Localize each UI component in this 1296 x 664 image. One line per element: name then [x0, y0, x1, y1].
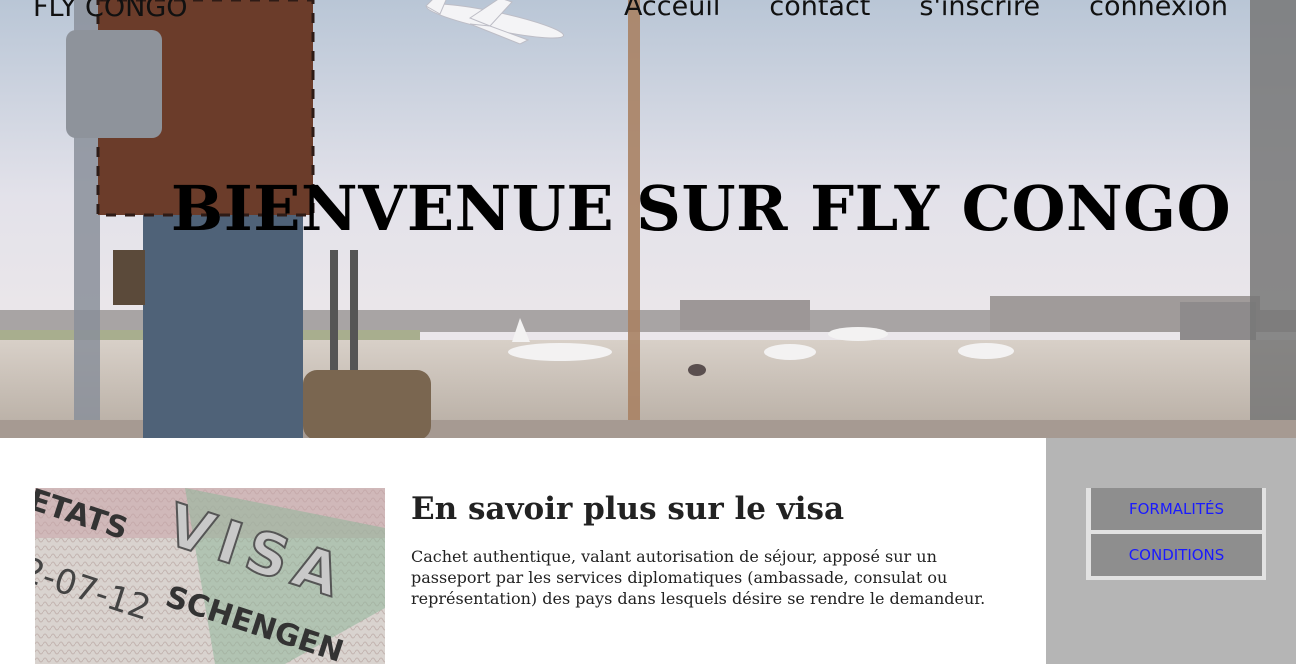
conditions-button[interactable]: CONDITIONS: [1091, 534, 1262, 576]
sidebar: FORMALITÉS CONDITIONS: [1046, 438, 1296, 664]
visa-description: Cachet authentique, valant autorisation …: [411, 547, 986, 608]
visa-image: VISA ETATS SCHENGEN 2-07-12: [35, 488, 385, 664]
visa-info: En savoir plus sur le visa Cachet authen…: [411, 488, 1021, 609]
formalites-button[interactable]: FORMALITÉS: [1091, 488, 1262, 530]
visa-heading: En savoir plus sur le visa: [411, 491, 845, 527]
sidebar-menu: FORMALITÉS CONDITIONS: [1086, 488, 1266, 580]
hero-banner: FLY CONGO Acceuil contact s'inscrire con…: [0, 0, 1296, 438]
visa-section: VISA ETATS SCHENGEN 2-07-12 En savoir pl…: [0, 438, 1046, 664]
nav-link-accueil[interactable]: Acceuil: [624, 0, 720, 22]
brand-logo[interactable]: FLY CONGO: [33, 0, 188, 23]
nav-link-connexion[interactable]: connexion: [1089, 0, 1228, 22]
nav-link-inscrire[interactable]: s'inscrire: [919, 0, 1040, 22]
hero-title: BIENVENUE SUR FLY CONGO: [170, 172, 1232, 245]
main-nav: Acceuil contact s'inscrire connexion: [624, 0, 1228, 22]
nav-link-contact[interactable]: contact: [769, 0, 870, 22]
